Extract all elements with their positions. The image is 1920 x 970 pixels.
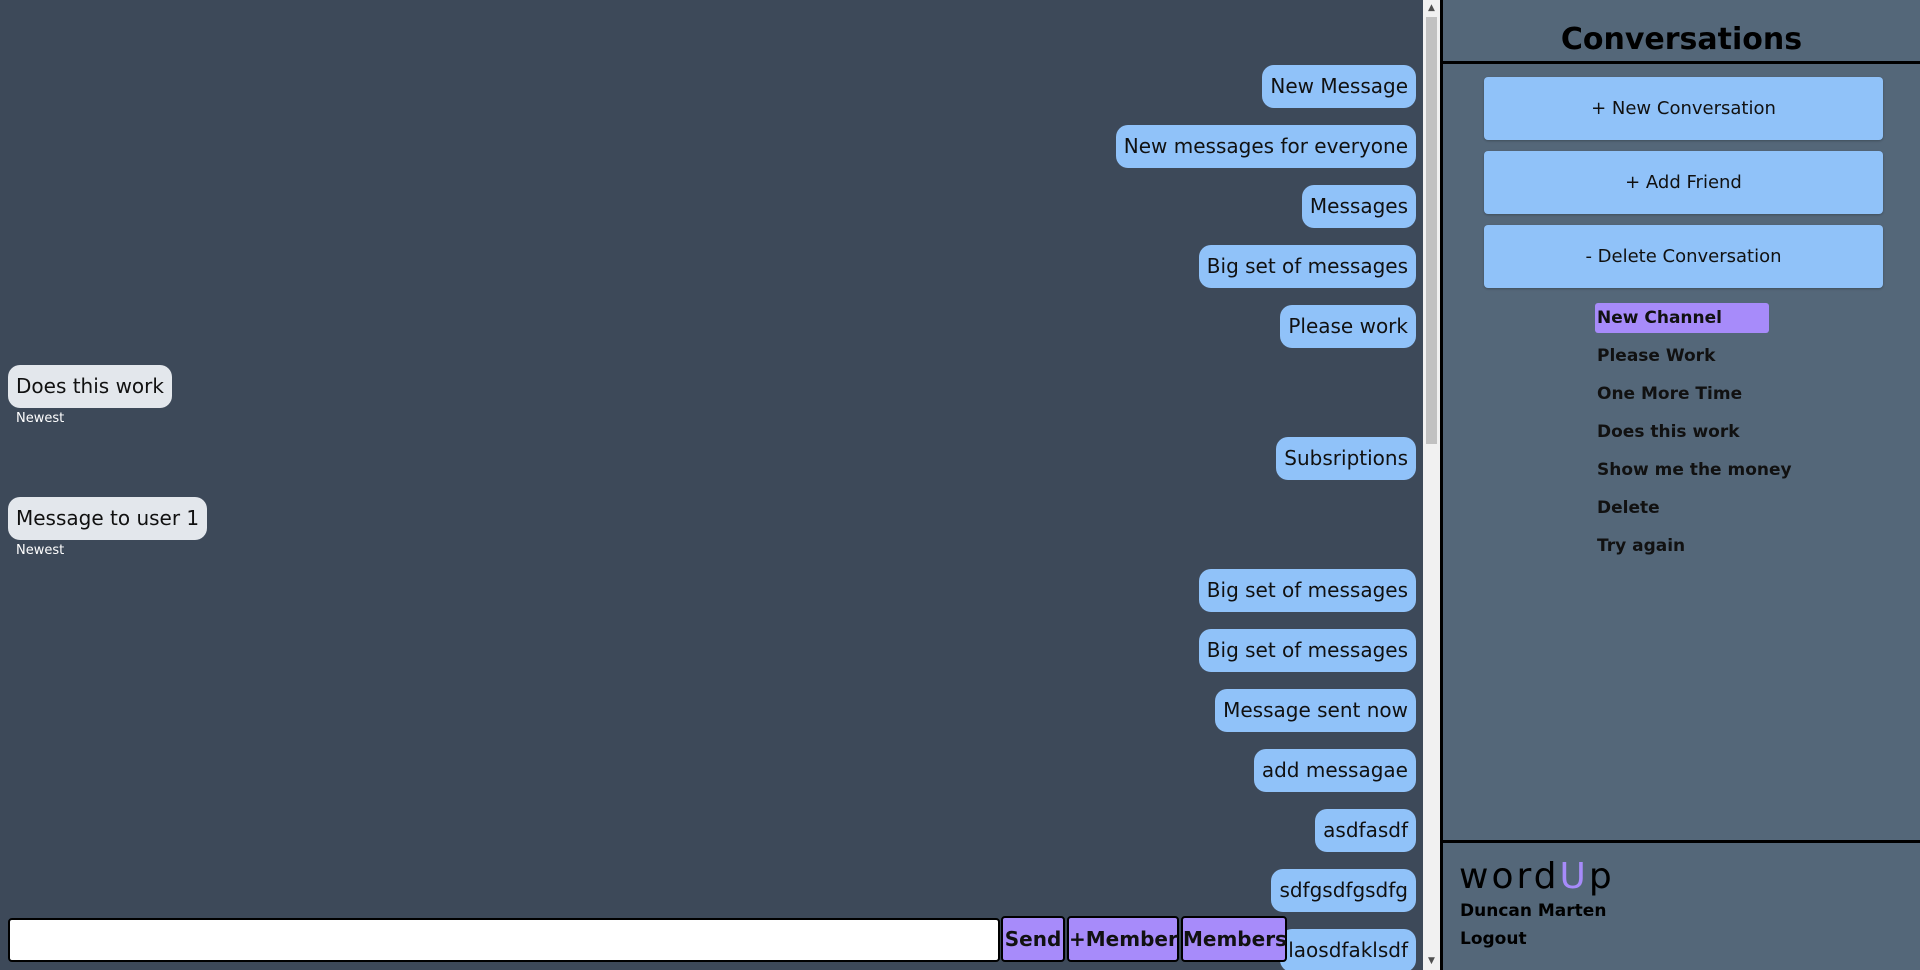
conversation-item[interactable]: Does this work xyxy=(1595,417,1769,447)
footer-divider xyxy=(1443,840,1920,843)
message-caption: Newest xyxy=(16,543,65,558)
outgoing-message: Please work xyxy=(1280,305,1416,348)
outgoing-message: laosdfaklsdf xyxy=(1280,929,1416,970)
conversations-sidebar: Conversations + New Conversation + Add F… xyxy=(1440,0,1920,970)
conversation-list: New Channel Please Work One More Time Do… xyxy=(1595,303,1792,569)
outgoing-message: New Message xyxy=(1262,65,1416,108)
outgoing-message: asdfasdf xyxy=(1315,809,1416,852)
outgoing-message: Big set of messages xyxy=(1198,569,1416,612)
sidebar-title: Conversations xyxy=(1560,22,1803,57)
scroll-down-arrow-icon[interactable]: ▼ xyxy=(1423,953,1440,970)
logo-part: p xyxy=(1588,856,1615,897)
conversation-item[interactable]: Try again xyxy=(1595,531,1769,561)
chat-scrollbar[interactable]: ▲ ▼ xyxy=(1423,0,1440,970)
conversation-item[interactable]: Delete xyxy=(1595,493,1769,523)
outgoing-message: New messages for everyone xyxy=(1115,125,1416,168)
username: Duncan Marten xyxy=(1460,901,1607,921)
scrollbar-thumb[interactable] xyxy=(1426,17,1437,444)
new-conversation-button[interactable]: + New Conversation xyxy=(1484,77,1883,140)
add-friend-button[interactable]: + Add Friend xyxy=(1484,151,1883,214)
title-divider xyxy=(1443,61,1920,64)
logo-part: word xyxy=(1459,856,1560,897)
scroll-up-arrow-icon[interactable]: ▲ xyxy=(1423,0,1440,17)
outgoing-message: Message sent now xyxy=(1215,689,1416,732)
conversation-item[interactable]: Show me the money xyxy=(1595,455,1792,485)
outgoing-message: sdfgsdfgsdfg xyxy=(1271,869,1416,912)
conversation-item[interactable]: One More Time xyxy=(1595,379,1769,409)
conversation-item[interactable]: New Channel xyxy=(1595,303,1769,333)
outgoing-message: Big set of messages xyxy=(1198,629,1416,672)
add-member-button[interactable]: +Member xyxy=(1067,916,1179,962)
chat-area: New Message New messages for everyone Mess… xyxy=(0,0,1423,970)
wordup-logo: wordUp xyxy=(1459,856,1615,897)
members-button[interactable]: Members xyxy=(1181,916,1287,962)
incoming-message: Does this work xyxy=(8,365,172,408)
incoming-message: Message to user 1 xyxy=(8,497,208,540)
message-input[interactable] xyxy=(8,918,1000,962)
logo-accent-letter: U xyxy=(1559,856,1589,897)
outgoing-message: Messages xyxy=(1301,185,1416,228)
outgoing-message: add messagae xyxy=(1253,749,1416,792)
conversation-item[interactable]: Please Work xyxy=(1595,341,1769,371)
delete-conversation-button[interactable]: - Delete Conversation xyxy=(1484,225,1883,288)
send-button[interactable]: Send xyxy=(1001,916,1065,962)
message-caption: Newest xyxy=(16,411,65,426)
outgoing-message: Big set of messages xyxy=(1198,245,1416,288)
logout-link[interactable]: Logout xyxy=(1460,929,1527,949)
outgoing-message: Subsriptions xyxy=(1276,437,1416,480)
